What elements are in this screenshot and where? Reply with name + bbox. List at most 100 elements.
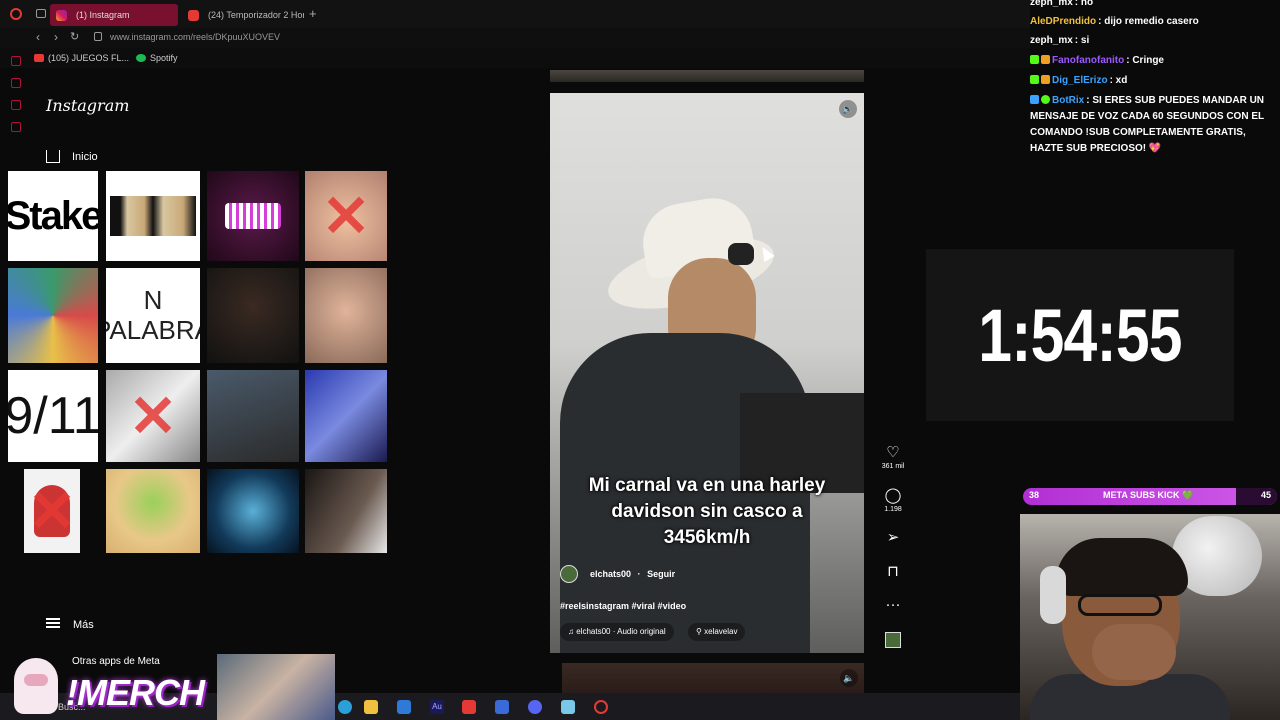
mute-icon[interactable]: 🔈 <box>839 100 857 118</box>
meta-current: 38 <box>1029 490 1040 500</box>
url-field[interactable]: www.instagram.com/reels/DKpuuXUOVEV <box>110 32 280 42</box>
lock-icon <box>94 32 102 41</box>
reload-button[interactable]: ↻ <box>70 30 79 43</box>
reel-video[interactable]: 🔈 Mi carnal va en una harley davidson si… <box>550 93 864 653</box>
meta-subs-progress: 38 META SUBS KICK 💚 45 <box>1023 488 1277 505</box>
youtube-icon <box>34 54 44 62</box>
next-reel[interactable]: 🔈 <box>562 663 864 693</box>
nav-mas[interactable]: Más <box>73 619 94 631</box>
address-bar: ‹ › ↻ www.instagram.com/reels/DKpuuXUOVE… <box>0 28 1030 48</box>
reel-hashtags[interactable]: #reelsinstagram #viral #video <box>560 601 686 611</box>
sidebar-app-icon[interactable] <box>11 56 21 66</box>
more-icon: ··· <box>885 596 901 613</box>
chat-message: Dig_ElErizo: xd <box>1030 73 1276 89</box>
meta-label: META SUBS KICK 💚 <box>1103 490 1194 500</box>
chat-message: zeph_mx: si <box>1030 35 1090 46</box>
opera-logo-icon[interactable] <box>10 8 22 20</box>
911-text: 9/11 <box>8 370 98 462</box>
follow-button[interactable]: Seguir <box>647 569 675 579</box>
n-palabra-text: N PALABRA <box>106 268 200 363</box>
audio-pill[interactable]: ♫ elchats00 · Audio original <box>560 623 674 641</box>
reel-author-row: elchats00 · Seguir <box>560 565 675 583</box>
streamer-hair <box>1056 538 1188 596</box>
app-icon[interactable] <box>495 700 509 714</box>
person-icon: ⚲ <box>696 627 705 636</box>
browser-tab-bar: (1) Instagram (24) Temporizador 2 Horas … <box>0 0 1030 28</box>
instagram-logo[interactable]: Instagram <box>46 96 129 115</box>
youtube-app-icon[interactable] <box>462 700 476 714</box>
meme-image: ✕ <box>24 469 80 553</box>
new-tab-button[interactable]: + <box>309 6 317 21</box>
screen: (1) Instagram (24) Temporizador 2 Horas … <box>0 0 1280 720</box>
more-options-button[interactable]: ··· <box>874 596 912 613</box>
workspace-icon[interactable] <box>36 9 46 18</box>
chat-message: zeph_mx: no <box>1030 0 1094 8</box>
reel-caption: Mi carnal va en una harley davidson sin … <box>588 475 826 549</box>
home-icon[interactable] <box>46 150 60 163</box>
nav-inicio[interactable]: Inicio <box>72 151 98 163</box>
badge-icon <box>1041 95 1050 104</box>
author-avatar[interactable] <box>560 565 578 583</box>
file-explorer-icon[interactable] <box>364 700 378 714</box>
merch-overlay: !MERCH <box>66 672 205 713</box>
menu-icon[interactable] <box>46 618 60 628</box>
back-button[interactable]: ‹ <box>36 30 40 44</box>
video-thumbnail-overlay <box>217 654 335 720</box>
save-button[interactable]: ⊓ <box>874 562 912 580</box>
meme-image <box>8 268 98 363</box>
author-name[interactable]: elchats00 <box>590 569 631 579</box>
forward-button[interactable]: › <box>54 30 58 44</box>
audition-icon[interactable]: Au <box>430 700 444 714</box>
bookmark-juegos[interactable]: (105) JUEGOS FL... <box>34 53 129 63</box>
chat-message: BotRix: SI ERES SUB PUEDES MANDAR UN MEN… <box>1030 95 1265 154</box>
chat-message: AleDPrendido: dijo remedio casero <box>1030 16 1199 27</box>
comment-button[interactable]: ◯ 1.198 <box>874 486 912 513</box>
streamer-hand <box>1092 624 1176 680</box>
timer-panel: 1:54:55 <box>926 249 1234 421</box>
edge-icon[interactable] <box>338 700 352 714</box>
like-button[interactable]: ♡ 361 mil <box>874 443 912 470</box>
previous-reel[interactable] <box>550 70 864 82</box>
badge-icon <box>1030 55 1039 64</box>
meme-image <box>207 268 299 363</box>
sunglasses <box>728 243 754 265</box>
share-button[interactable]: ➢ <box>874 528 912 546</box>
sidebar-app-icon[interactable] <box>11 78 21 88</box>
webcam-feed <box>1020 514 1280 720</box>
badge-icon <box>1041 55 1050 64</box>
sidebar-app-icon[interactable] <box>11 122 21 132</box>
headset <box>1040 566 1066 624</box>
meme-image <box>305 370 387 462</box>
meme-image <box>207 370 299 462</box>
nav-otras-apps[interactable]: Otras apps de Meta <box>72 656 160 667</box>
tab-instagram[interactable]: (1) Instagram <box>50 4 178 26</box>
sidebar-app-icon[interactable] <box>11 100 21 110</box>
separator: · <box>637 569 641 579</box>
bookmark-spotify[interactable]: Spotify <box>136 53 178 63</box>
chat-message: Fanofanofanito: Cringe <box>1030 53 1276 69</box>
audio-thumbnail[interactable] <box>874 632 912 653</box>
countdown-timer: 1:54:55 <box>978 293 1182 377</box>
app-icon[interactable] <box>561 700 575 714</box>
meme-image: ✕ <box>106 370 200 462</box>
tab-temporizador[interactable]: (24) Temporizador 2 Horas <box>182 4 304 26</box>
opera-taskbar-icon[interactable] <box>594 700 608 714</box>
meta-goal: 45 <box>1260 490 1271 500</box>
meme-image <box>207 469 299 553</box>
meme-grid-overlay: Stake ✕ N PALABRA 9/11 ✕ ✕ <box>8 171 388 555</box>
tagged-user-pill[interactable]: ⚲ xelavelav <box>688 623 746 641</box>
store-icon[interactable] <box>397 700 411 714</box>
mute-icon[interactable]: 🔈 <box>840 669 858 687</box>
bot-badge-icon <box>1030 95 1039 104</box>
tab-label: (24) Temporizador 2 Horas <box>208 10 304 20</box>
audio-cover-icon <box>885 632 901 648</box>
discord-icon[interactable] <box>528 700 542 714</box>
comment-count: 1.198 <box>884 506 902 513</box>
bookmarks-bar: (105) JUEGOS FL... Spotify <box>0 48 1030 68</box>
mascot-sticker <box>14 658 58 714</box>
send-icon: ➢ <box>886 529 900 546</box>
tab-label: (1) Instagram <box>76 10 130 20</box>
stake-logo: Stake <box>8 171 98 261</box>
like-count: 361 mil <box>881 463 905 470</box>
meme-image <box>106 469 200 553</box>
